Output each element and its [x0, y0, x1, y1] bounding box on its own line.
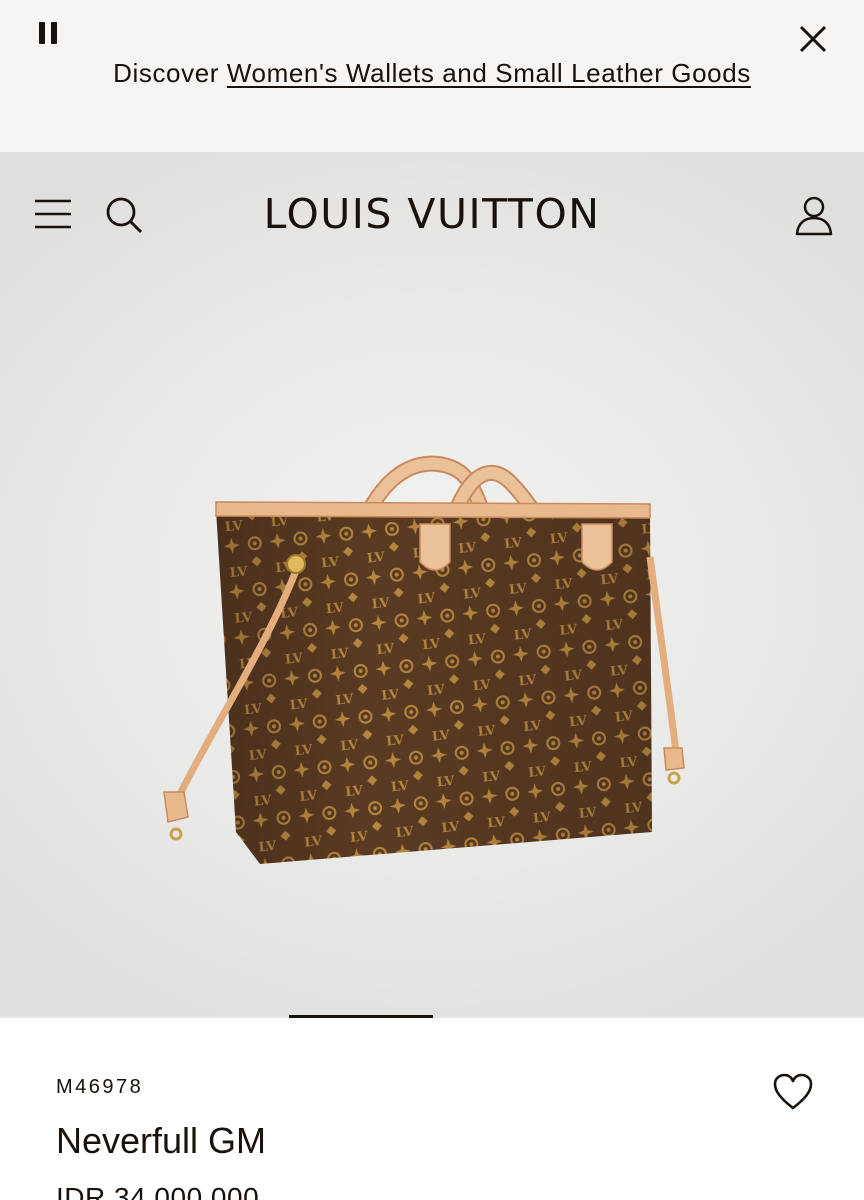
promo-banner: Discover Women's Wallets and Small Leath… [0, 0, 864, 152]
site-header: LOUIS VUITTON [0, 152, 864, 276]
close-icon[interactable] [796, 22, 830, 56]
carousel-indicator[interactable] [289, 1015, 433, 1018]
heart-icon[interactable] [772, 1072, 814, 1112]
product-sku: M46978 [56, 1076, 144, 1098]
product-image[interactable]: LV [150, 312, 710, 872]
pause-button[interactable] [36, 20, 62, 48]
brand-logo[interactable]: LOUIS VUITTON [0, 190, 864, 238]
promo-prefix: Discover [113, 58, 220, 88]
promo-text: Discover Women's Wallets and Small Leath… [0, 58, 864, 89]
product-price: IDR 34.000.000 [56, 1182, 260, 1200]
product-name: Neverfull GM [56, 1120, 267, 1161]
user-account-icon[interactable] [792, 194, 836, 238]
pause-icon [39, 22, 45, 44]
promo-link[interactable]: Women's Wallets and Small Leather Goods [227, 58, 751, 88]
product-hero: LOUIS VUITTON LV [0, 152, 864, 1018]
